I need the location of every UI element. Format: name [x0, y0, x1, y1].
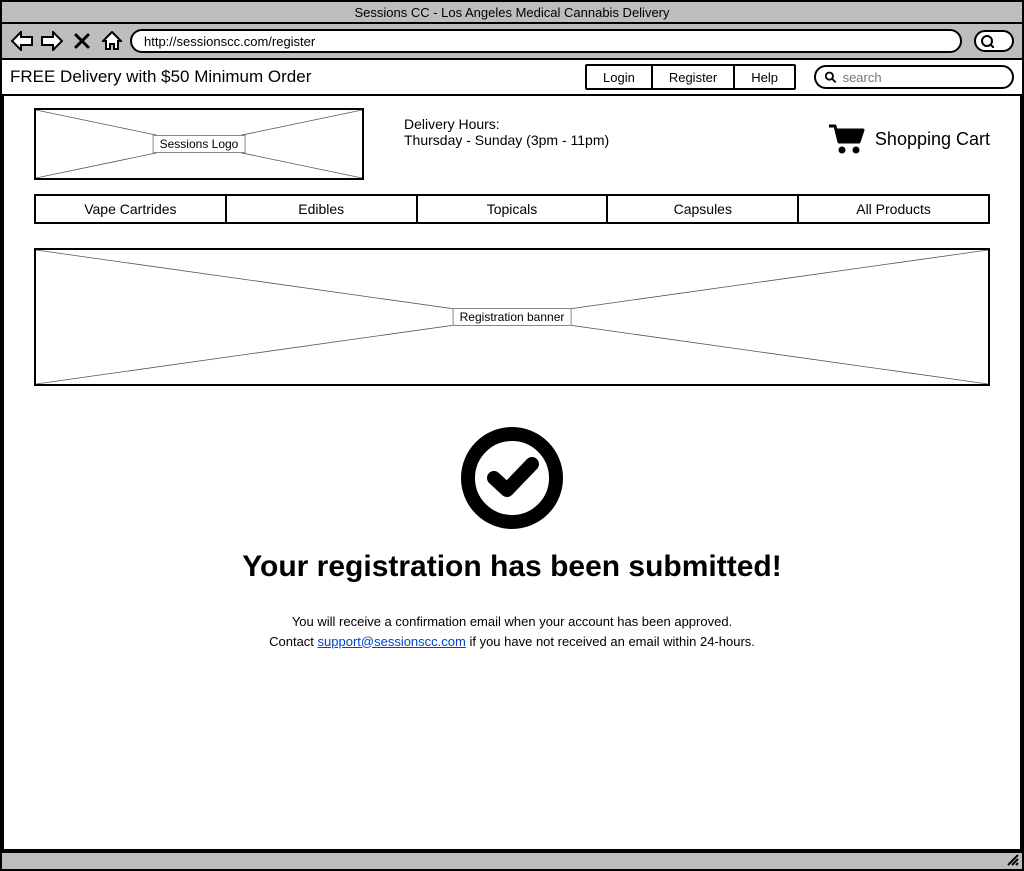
confirmation-line2: Contact support@sessionscc.com if you ha…	[34, 632, 990, 652]
tab-topicals[interactable]: Topicals	[418, 196, 609, 222]
browser-title: Sessions CC - Los Angeles Medical Cannab…	[354, 5, 669, 20]
category-tabs: Vape Cartrides Edibles Topicals Capsules…	[34, 194, 990, 224]
hours-label: Delivery Hours:	[404, 116, 694, 132]
login-button[interactable]: Login	[587, 66, 653, 88]
forward-icon[interactable]	[40, 29, 64, 53]
loading-indicator	[974, 30, 1014, 52]
search-box[interactable]	[814, 65, 1014, 89]
success-check-icon	[460, 426, 564, 530]
tab-all-products[interactable]: All Products	[799, 196, 988, 222]
address-bar[interactable]: http://sessionscc.com/register	[130, 29, 962, 53]
support-email-link[interactable]: support@sessionscc.com	[318, 634, 466, 649]
cart-label: Shopping Cart	[875, 129, 990, 150]
tab-edibles[interactable]: Edibles	[227, 196, 418, 222]
delivery-hours: Delivery Hours: Thursday - Sunday (3pm -…	[404, 108, 694, 148]
tab-vape-cartridges[interactable]: Vape Cartrides	[36, 196, 227, 222]
registration-banner: Registration banner	[34, 248, 990, 386]
cart-icon	[827, 122, 867, 156]
tab-capsules[interactable]: Capsules	[608, 196, 799, 222]
logo-placeholder[interactable]: Sessions Logo	[34, 108, 364, 180]
account-button-group: Login Register Help	[585, 64, 796, 90]
hours-detail: Thursday - Sunday (3pm - 11pm)	[404, 132, 694, 148]
help-button[interactable]: Help	[735, 66, 794, 88]
browser-title-bar: Sessions CC - Los Angeles Medical Cannab…	[2, 2, 1022, 24]
search-input[interactable]	[843, 70, 1004, 85]
browser-status-bar	[2, 851, 1022, 869]
promo-bar: FREE Delivery with $50 Minimum Order Log…	[2, 60, 1022, 96]
confirmation-body: You will receive a confirmation email wh…	[34, 612, 990, 651]
confirmation-section: Your registration has been submitted! Yo…	[34, 426, 990, 651]
logo-label: Sessions Logo	[153, 135, 246, 153]
back-icon[interactable]	[10, 29, 34, 53]
confirmation-line1: You will receive a confirmation email wh…	[34, 612, 990, 632]
home-icon[interactable]	[100, 29, 124, 53]
browser-toolbar: http://sessionscc.com/register	[2, 24, 1022, 60]
address-url: http://sessionscc.com/register	[144, 34, 315, 49]
search-icon	[824, 70, 837, 84]
stop-icon[interactable]	[70, 29, 94, 53]
promo-text: FREE Delivery with $50 Minimum Order	[10, 67, 585, 87]
resize-grip-icon[interactable]	[1006, 853, 1020, 867]
banner-label: Registration banner	[453, 308, 572, 326]
shopping-cart-button[interactable]: Shopping Cart	[827, 108, 990, 156]
register-button[interactable]: Register	[653, 66, 735, 88]
confirmation-heading: Your registration has been submitted!	[34, 550, 990, 584]
